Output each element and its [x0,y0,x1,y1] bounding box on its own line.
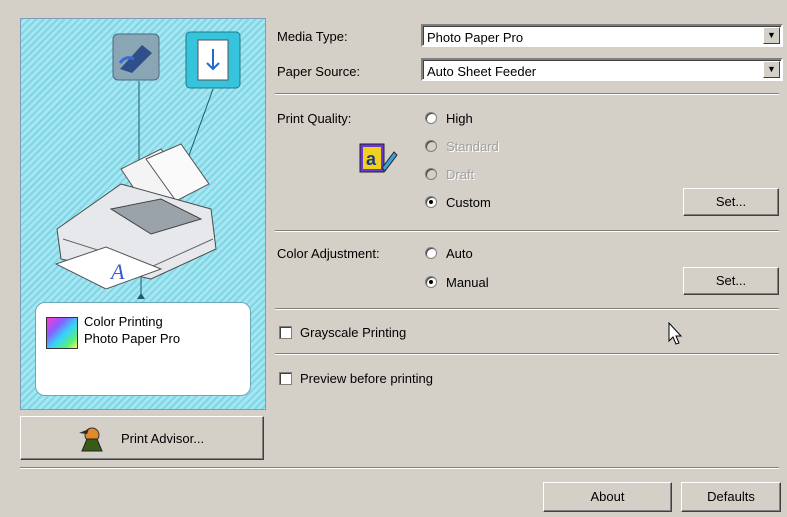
grayscale-checkbox[interactable] [279,326,292,339]
paper-source-select[interactable]: Auto Sheet Feeder ▼ [421,58,783,81]
preview-checkbox[interactable] [279,372,292,385]
print-quality-set-button[interactable]: Set... [683,188,779,216]
quality-standard-label[interactable]: Standard [446,139,499,154]
quality-draft-label[interactable]: Draft [446,167,474,182]
color-auto-radio[interactable] [425,247,437,259]
separator [275,230,779,232]
media-type-label: Media Type: [277,29,348,44]
paper-source-label: Paper Source: [277,64,361,79]
preview-label[interactable]: Preview before printing [300,371,433,386]
color-auto-label[interactable]: Auto [446,246,473,261]
quality-draft-radio[interactable] [425,168,437,180]
chevron-down-icon[interactable]: ▼ [763,27,780,44]
quality-custom-label[interactable]: Custom [446,195,491,210]
separator [275,93,779,95]
print-advisor-icon [77,425,107,453]
color-manual-label[interactable]: Manual [446,275,489,290]
print-advisor-label: Print Advisor... [121,431,205,446]
separator [275,353,779,355]
mouse-cursor-icon [668,321,684,346]
media-type-select[interactable]: Photo Paper Pro ▼ [421,24,783,47]
chevron-down-icon[interactable]: ▼ [763,61,780,78]
quality-custom-radio[interactable] [425,196,437,208]
defaults-button[interactable]: Defaults [681,482,781,512]
svg-text:A: A [109,259,125,284]
paper-source-value: Auto Sheet Feeder [427,64,537,79]
media-summary-text: Photo Paper Pro [84,331,181,346]
color-printing-icon [46,317,78,349]
quality-high-label[interactable]: High [446,111,473,126]
svg-text:a: a [366,149,377,169]
printer-preview-panel: A Color Printing Photo Paper Pro [20,18,266,410]
printer-icon: A [51,139,221,290]
about-button[interactable]: About [543,482,672,512]
print-quality-icon: a [358,138,398,178]
quality-standard-radio[interactable] [425,140,437,152]
quality-high-radio[interactable] [425,112,437,124]
separator [20,467,779,469]
print-quality-label: Print Quality: [277,111,352,126]
grayscale-label[interactable]: Grayscale Printing [300,325,406,340]
print-info-box: Color Printing Photo Paper Pro [35,302,251,396]
print-mode-text: Color Printing [84,314,163,329]
color-manual-radio[interactable] [425,276,437,288]
media-type-value: Photo Paper Pro [427,30,524,45]
separator [275,308,779,310]
color-adjustment-label: Color Adjustment: [277,246,380,261]
color-adjustment-set-button[interactable]: Set... [683,267,779,295]
print-advisor-button[interactable]: Print Advisor... [20,416,264,460]
